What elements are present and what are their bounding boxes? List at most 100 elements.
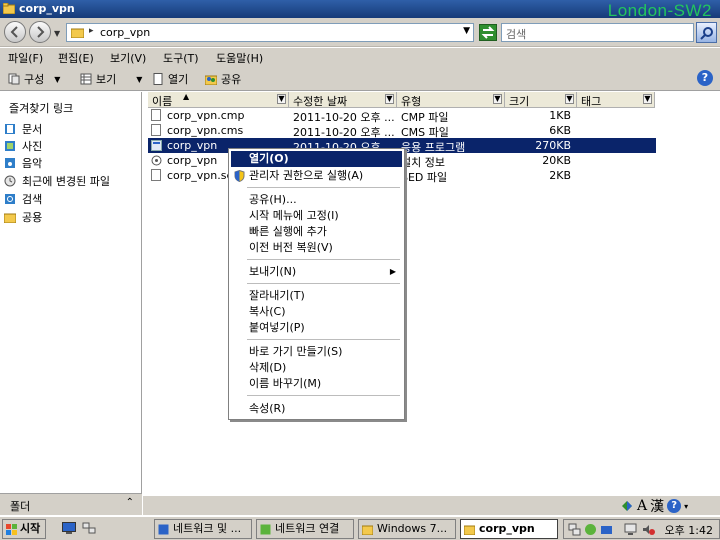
view-label: 보기: [96, 73, 117, 86]
column-header-type[interactable]: 유형 ▼: [397, 92, 505, 108]
back-button[interactable]: [4, 21, 26, 43]
favorite-public[interactable]: 공용: [4, 209, 42, 225]
menu-item-paste[interactable]: 붙여넣기(P): [231, 320, 402, 336]
address-path: corp_vpn: [100, 26, 151, 39]
open-button[interactable]: 열기: [152, 71, 188, 87]
open-label: 열기: [168, 73, 189, 86]
menu-item-open[interactable]: 열기(O): [231, 151, 402, 167]
recent-pages-dropdown[interactable]: ▼: [54, 29, 60, 38]
menu-item-add-quick-launch[interactable]: 빠른 실행에 추가: [231, 224, 402, 240]
windows-logo-icon: [6, 524, 17, 535]
breadcrumb-arrow-icon[interactable]: ▸: [89, 26, 94, 36]
favorite-label: 사진: [22, 140, 43, 153]
address-bar[interactable]: ▸ corp_vpn ▼: [66, 23, 474, 42]
network-status-icon[interactable]: [568, 523, 581, 536]
menu-item-pin-start[interactable]: 시작 메뉴에 고정(I): [231, 208, 402, 224]
menu-item-run-as-admin[interactable]: 관리자 권한으로 실행(A): [231, 168, 402, 184]
menu-edit[interactable]: 편집(E): [58, 50, 94, 66]
language-options-icon[interactable]: ▾: [684, 502, 688, 511]
share-button[interactable]: 공유: [205, 71, 241, 87]
favorite-search[interactable]: 검색: [4, 191, 42, 207]
organize-label: 구성: [24, 73, 45, 86]
security-icon[interactable]: [584, 523, 597, 536]
system-tray: 오후 1:42: [563, 519, 720, 539]
menu-item-rename[interactable]: 이름 바꾸기(M): [231, 376, 402, 392]
share-label: 공유: [221, 73, 242, 86]
column-filter-dropdown[interactable]: ▼: [277, 94, 286, 104]
file-name: corp_vpn.cms: [167, 124, 244, 137]
favorite-documents[interactable]: 문서: [4, 121, 42, 137]
column-header-tags[interactable]: 태그 ▼: [577, 92, 655, 108]
menu-item-send-to[interactable]: 보내기(N) ▶: [231, 264, 402, 280]
menu-item-create-shortcut[interactable]: 바로 가기 만들기(S): [231, 344, 402, 360]
favorite-music[interactable]: 음악: [4, 155, 42, 171]
column-filter-dropdown[interactable]: ▼: [643, 94, 652, 104]
address-dropdown[interactable]: ▼: [463, 26, 470, 36]
menu-item-copy[interactable]: 복사(C): [231, 304, 402, 320]
organize-button[interactable]: 구성 ▼: [8, 71, 60, 87]
menu-file[interactable]: 파일(F): [8, 50, 43, 66]
network-icon[interactable]: [82, 522, 96, 534]
view-icon: [80, 73, 92, 85]
recent-files-icon: [4, 175, 16, 187]
column-header-date[interactable]: 수정한 날짜 ▼: [289, 92, 397, 108]
favorite-label: 최근에 변경된 파일: [22, 175, 110, 188]
help-icon[interactable]: ?: [697, 70, 713, 86]
favorite-label: 음악: [22, 157, 43, 170]
window-title: corp_vpn: [19, 2, 75, 15]
file-row[interactable]: corp_vpn.cmp 2011-10-20 오후 ... CMP 파일 1K…: [148, 108, 656, 124]
folder-icon: [71, 28, 84, 38]
column-filter-dropdown[interactable]: ▼: [493, 94, 502, 104]
submenu-arrow-icon: ▶: [389, 267, 396, 276]
column-label: 태그: [581, 95, 602, 108]
address-row: ▼ ▸ corp_vpn ▼ 검색: [0, 18, 720, 47]
column-label: 유형: [401, 95, 422, 108]
arrow-left-icon: [10, 26, 18, 38]
refresh-button[interactable]: [479, 24, 497, 41]
favorite-recent[interactable]: 최근에 변경된 파일: [4, 173, 110, 189]
folder-icon: [3, 3, 15, 14]
taskbar-item-active[interactable]: corp_vpn: [460, 519, 558, 539]
menu-separator: [247, 395, 400, 396]
sort-up-icon: ▲: [183, 92, 190, 101]
menu-item-delete[interactable]: 삭제(D): [231, 360, 402, 376]
documents-icon: [5, 124, 15, 134]
search-button[interactable]: [696, 22, 717, 43]
language-bar-icon[interactable]: [620, 499, 634, 513]
menu-item-restore-versions[interactable]: 이전 버전 복원(V): [231, 240, 402, 256]
column-header-name[interactable]: 이름 ▲ ▼: [148, 92, 289, 108]
view-button[interactable]: 보기 ▼: [80, 71, 142, 87]
menu-view[interactable]: 보기(V): [110, 50, 146, 66]
hanja-indicator[interactable]: 漢: [650, 496, 664, 516]
help-icon[interactable]: ?: [667, 499, 682, 513]
input-mode-indicator[interactable]: A: [637, 498, 647, 514]
setup-info-icon: [151, 155, 162, 166]
display-icon[interactable]: [624, 523, 637, 536]
favorite-pictures[interactable]: 사진: [4, 138, 42, 154]
column-header-size[interactable]: 크기 ▼: [505, 92, 577, 108]
favorite-label: 검색: [22, 193, 43, 206]
search-input[interactable]: 검색: [501, 23, 694, 42]
refresh-icon: [481, 26, 495, 39]
file-row[interactable]: corp_vpn.cms 2011-10-20 오후 ... CMS 파일 6K…: [148, 123, 656, 139]
menu-tools[interactable]: 도구(T): [163, 50, 199, 66]
network-connections-icon: [260, 524, 271, 535]
menu-item-cut[interactable]: 잘라내기(T): [231, 288, 402, 304]
taskbar-item[interactable]: Windows 7...: [358, 519, 456, 539]
column-filter-dropdown[interactable]: ▼: [385, 94, 394, 104]
application-icon: [151, 140, 162, 151]
taskbar-item[interactable]: 네트워크 및 ...: [154, 519, 252, 539]
clock[interactable]: 오후 1:42: [665, 522, 713, 538]
menu-item-share[interactable]: 공유(H)...: [231, 192, 402, 208]
folders-toggle[interactable]: 폴더 ⌃: [0, 493, 142, 515]
favorites-header: 즐겨찾기 링크: [9, 102, 74, 115]
start-button[interactable]: 시작: [2, 519, 46, 539]
taskbar-item[interactable]: 네트워크 연결: [256, 519, 354, 539]
volume-muted-icon[interactable]: [642, 523, 655, 536]
forward-button[interactable]: [29, 21, 51, 43]
menu-item-properties[interactable]: 속성(R): [231, 401, 402, 417]
column-filter-dropdown[interactable]: ▼: [565, 94, 574, 104]
show-desktop-icon[interactable]: [62, 522, 76, 534]
menu-help[interactable]: 도움말(H): [216, 50, 263, 66]
vpn-icon[interactable]: [600, 523, 613, 536]
